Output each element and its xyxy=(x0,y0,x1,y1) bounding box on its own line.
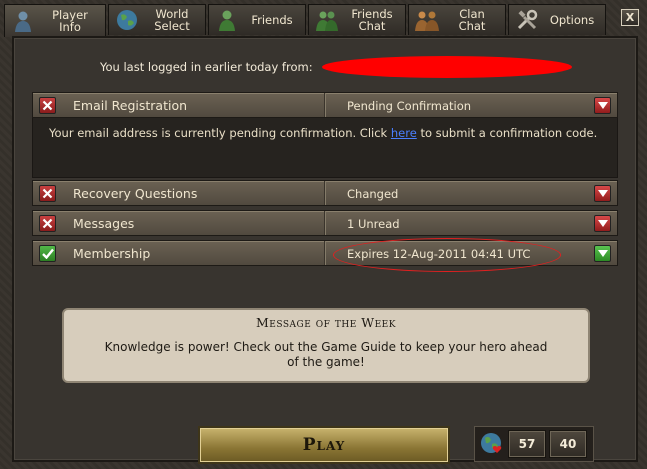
row-value: 1 Unread xyxy=(347,217,400,231)
confirmation-link[interactable]: here xyxy=(391,126,417,140)
row-title: Email Registration xyxy=(73,98,188,113)
motw-heading: Message of the Week xyxy=(256,315,396,330)
row-value: Pending Confirmation xyxy=(347,99,472,113)
close-icon: X xyxy=(625,11,635,24)
red-circle-annotation xyxy=(333,238,561,272)
expand-toggle[interactable] xyxy=(594,245,611,262)
divider xyxy=(324,93,325,117)
stat-first: 57 xyxy=(508,430,546,458)
cross-icon xyxy=(39,97,56,114)
tab-options[interactable]: Options xyxy=(508,4,606,35)
triangle-down-icon xyxy=(597,102,608,109)
stat-second: 40 xyxy=(549,430,587,458)
player-icon xyxy=(11,9,35,33)
triangle-down-icon xyxy=(597,190,608,197)
tab-friends-chat[interactable]: Friends Chat xyxy=(308,4,406,35)
row-value: Changed xyxy=(347,187,399,201)
globe-icon xyxy=(115,8,139,32)
cross-icon xyxy=(39,215,56,232)
tab-world-select[interactable]: World Select xyxy=(108,4,206,35)
tab-friends[interactable]: Friends xyxy=(208,4,306,35)
expand-toggle[interactable] xyxy=(594,215,611,232)
triangle-down-icon xyxy=(597,250,608,257)
divider xyxy=(324,211,325,235)
row-messages[interactable]: Messages 1 Unread xyxy=(32,210,618,236)
close-button[interactable]: X xyxy=(621,9,639,26)
redaction-mark xyxy=(322,56,572,78)
motw-body: Knowledge is power! Check out the Game G… xyxy=(104,340,548,369)
message-of-the-week: Message of the Week Knowledge is power! … xyxy=(62,308,590,383)
stats-box: 57 40 xyxy=(474,426,594,462)
email-detail-text-end: to submit a confirmation code. xyxy=(416,126,598,140)
row-title: Messages xyxy=(73,216,135,231)
divider xyxy=(324,241,325,265)
friends-icon xyxy=(215,8,239,32)
last-login-text: You last logged in earlier today from: xyxy=(100,60,313,74)
clan-icon xyxy=(415,8,439,32)
triangle-down-icon xyxy=(597,220,608,227)
globe-heart-icon xyxy=(479,431,505,457)
friends-chat-icon xyxy=(315,8,339,32)
divider xyxy=(324,181,325,205)
row-title: Membership xyxy=(73,246,151,261)
tab-clan-chat[interactable]: Clan Chat xyxy=(408,4,506,35)
expand-toggle[interactable] xyxy=(594,185,611,202)
row-email-registration[interactable]: Email Registration Pending Confirmation xyxy=(32,92,618,118)
tools-icon xyxy=(515,8,539,32)
row-title: Recovery Questions xyxy=(73,186,198,201)
row-recovery-questions[interactable]: Recovery Questions Changed xyxy=(32,180,618,206)
play-button[interactable]: Play xyxy=(198,426,450,464)
tab-bar: Player Info World Select Friends Friends… xyxy=(4,4,606,37)
tab-player-info[interactable]: Player Info xyxy=(4,4,106,37)
cross-icon xyxy=(39,185,56,202)
email-detail-panel: Your email address is currently pending … xyxy=(32,118,618,178)
collapse-toggle[interactable] xyxy=(594,97,611,114)
checkmark-icon xyxy=(39,245,56,262)
email-detail-text: Your email address is currently pending … xyxy=(49,126,391,140)
